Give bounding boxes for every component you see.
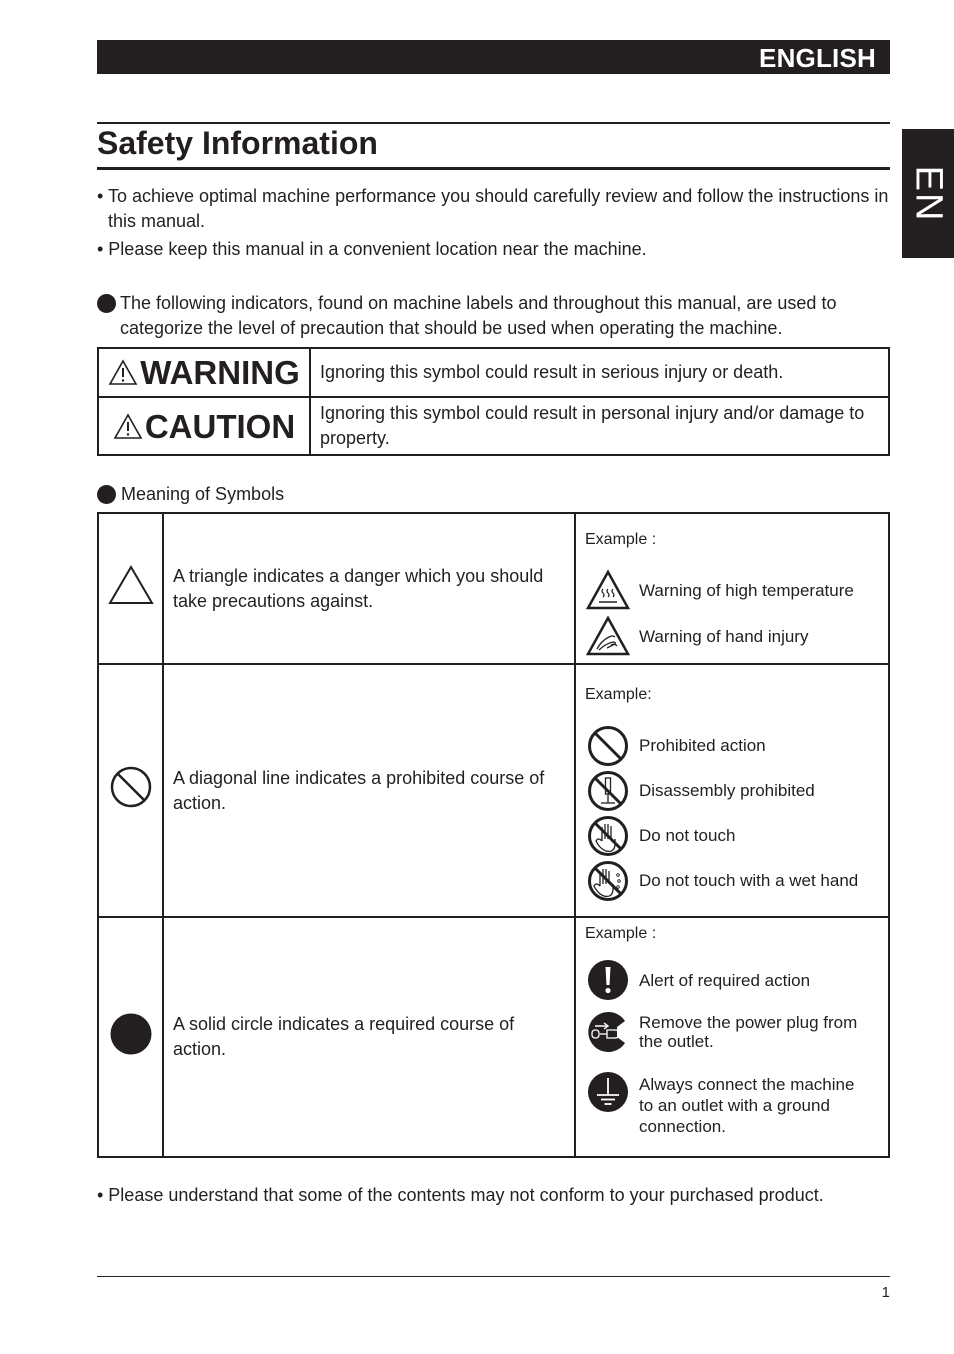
symbol-cell	[97, 916, 164, 1158]
ground-connection-icon	[588, 1072, 628, 1112]
example-text: Do not touch	[639, 826, 736, 845]
example-item: Warning of hand injury	[585, 614, 880, 658]
warning-description: Ignoring this symbol could result in ser…	[309, 347, 890, 398]
indicator-note-text: The following indicators, found on machi…	[120, 293, 837, 338]
symbol-cell	[97, 512, 164, 665]
remove-power-plug-icon	[588, 1012, 625, 1052]
example-item: Disassembly prohibited	[585, 768, 880, 813]
bullet-dot-icon	[97, 485, 116, 504]
example-title: Example :	[585, 925, 657, 942]
caution-description: Ignoring this symbol could result in per…	[309, 396, 890, 456]
title-rule-top	[97, 122, 890, 124]
intro-bullet: • Please keep this manual in a convenien…	[97, 239, 647, 259]
example-item: Prohibited action	[585, 723, 880, 768]
high-temperature-warning-icon	[585, 569, 631, 610]
warning-label: WARNING	[140, 354, 300, 391]
disassembly-prohibited-icon	[588, 770, 628, 811]
page-number: 1	[881, 1284, 890, 1301]
language-side-tab: EN	[902, 129, 954, 258]
example-item: Do not touch	[585, 813, 880, 858]
hazard-levels-table: WARNING Ignoring this symbol could resul…	[97, 347, 890, 456]
example-item: Always connect the machine to an outlet …	[585, 1070, 880, 1137]
example-text: Alert of required action	[639, 970, 811, 990]
symbols-table: A triangle indicates a danger which you …	[97, 512, 890, 1158]
example-text: Disassembly prohibited	[639, 781, 815, 800]
table-row: A diagonal line indicates a prohibited c…	[97, 663, 890, 918]
example-title: Example :	[585, 531, 657, 548]
required-action-alert-icon	[588, 960, 628, 1000]
example-item: Remove the power plug from the outlet.	[585, 1010, 880, 1054]
hand-injury-warning-icon	[585, 615, 631, 656]
warning-triangle-icon	[113, 412, 143, 439]
caution-label-cell: CAUTION	[97, 396, 311, 456]
caution-label: CAUTION	[144, 407, 296, 445]
symbols-heading: Meaning of Symbols	[97, 482, 284, 506]
side-tab-label: EN	[907, 165, 950, 222]
prohibition-circle-icon	[110, 766, 151, 808]
symbol-meaning: A triangle indicates a danger which you …	[162, 512, 576, 665]
symbol-cell	[97, 663, 164, 918]
do-not-touch-icon	[588, 815, 628, 856]
example-item: Do not touch with a wet hand	[585, 858, 880, 903]
example-item: Alert of required action	[585, 958, 880, 1002]
example-text: Warning of hand injury	[639, 626, 809, 646]
examples-cell: Example : Alert of required action Remov…	[574, 916, 890, 1158]
examples-cell: Example : Warning of high temperature Wa…	[574, 512, 890, 665]
examples-cell: Example: Prohibited action Disassembly p…	[574, 663, 890, 918]
table-row: A triangle indicates a danger which you …	[97, 512, 890, 665]
example-text: Always connect the machine to an outlet …	[639, 1075, 855, 1136]
title-rule-bottom	[97, 167, 890, 170]
symbols-heading-text: Meaning of Symbols	[121, 484, 285, 504]
triangle-icon	[107, 565, 154, 604]
footer-note: • Please understand that some of the con…	[97, 1185, 824, 1205]
prohibited-action-icon	[588, 725, 628, 766]
table-row: WARNING Ignoring this symbol could resul…	[97, 347, 890, 398]
bullet-dot-icon	[97, 294, 116, 313]
table-row: A solid circle indicates a required cour…	[97, 916, 890, 1158]
example-text: Warning of high temperature	[639, 580, 854, 600]
page-title: Safety Information	[97, 125, 378, 161]
language-label: ENGLISH	[759, 43, 876, 73]
example-item: Warning of high temperature	[585, 568, 880, 612]
warning-triangle-icon	[108, 359, 138, 385]
do-not-touch-wet-hand-icon	[588, 860, 628, 901]
intro-bullets: • To achieve optimal machine performance…	[97, 184, 897, 265]
example-text: Prohibited action	[639, 736, 766, 755]
warning-label-cell: WARNING	[97, 347, 311, 398]
symbol-meaning: A solid circle indicates a required cour…	[162, 916, 576, 1158]
solid-circle-icon	[110, 1013, 151, 1054]
indicator-note: The following indicators, found on machi…	[97, 291, 897, 341]
intro-bullet: • To achieve optimal machine performance…	[97, 186, 889, 231]
example-text: Remove the power plug from the outlet.	[639, 1013, 858, 1051]
language-banner: ENGLISH	[97, 40, 890, 74]
table-row: CAUTION Ignoring this symbol could resul…	[97, 396, 890, 456]
footer-rule	[97, 1276, 890, 1277]
symbol-meaning: A diagonal line indicates a prohibited c…	[162, 663, 576, 918]
example-title: Example:	[585, 686, 652, 703]
example-text: Do not touch with a wet hand	[639, 871, 859, 890]
